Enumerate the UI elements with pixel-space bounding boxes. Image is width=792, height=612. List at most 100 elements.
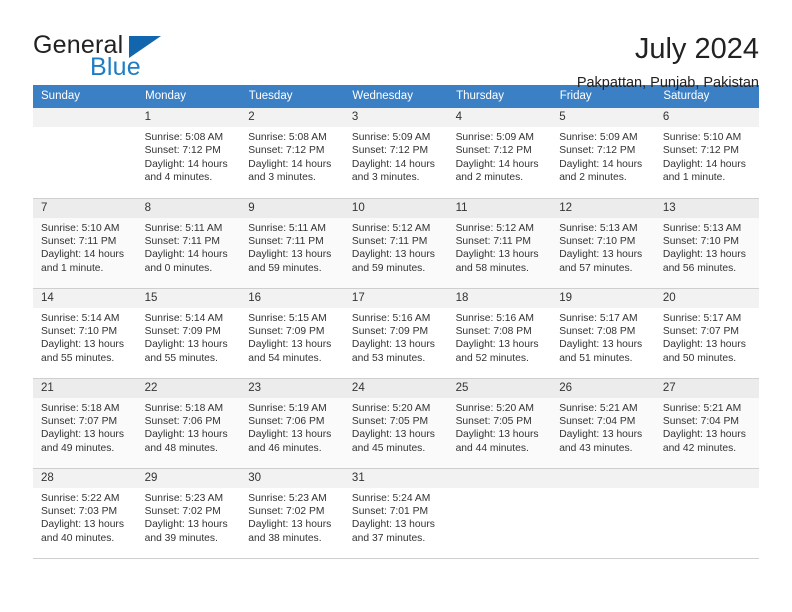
day-detail-line: Sunset: 7:08 PM [455,325,532,337]
calendar-cell-day-10[interactable]: 10 Sunrise: 5:12 AM Sunset: 7:11 PM Dayligh… [343,198,448,289]
calendar-cell-day-22[interactable]: 22 Sunrise: 5:18 AM Sunset: 7:06 PM Dayligh… [136,378,241,469]
day-detail-line: Sunrise: 5:18 AM [144,402,224,414]
day-detail-line: Daylight: 13 hours [248,429,332,441]
day-details: Sunrise: 5:10 AM Sunset: 7:11 PM Daylight:… [33,218,137,276]
day-number: 2 [240,108,344,127]
day-detail-line: Daylight: 13 hours [455,429,539,441]
calendar-cell-day-9[interactable]: 9 Sunrise: 5:11 AM Sunset: 7:11 PM Daylight… [240,198,344,289]
calendar-week-row: 28 Sunrise: 5:22 AM Sunset: 7:03 PM Dayligh… [33,468,759,559]
day-details: Sunrise: 5:13 AM Sunset: 7:10 PM Daylight:… [551,218,655,276]
day-detail-line: Daylight: 13 hours [662,339,746,351]
day-detail-line: Sunset: 7:11 PM [351,235,428,247]
day-number: 12 [551,198,655,218]
calendar-cell-day-3[interactable]: 3 Sunrise: 5:09 AM Sunset: 7:12 PM Daylight… [343,108,448,199]
day-detail-line: Sunset: 7:05 PM [455,415,532,427]
calendar-cell-day-14[interactable]: 14 Sunrise: 5:14 AM Sunset: 7:10 PM Dayligh… [33,288,137,379]
calendar-cell-day-4[interactable]: 4 Sunrise: 5:09 AM Sunset: 7:12 PM Daylight… [447,108,552,199]
calendar-cell-day-6[interactable]: 6 Sunrise: 5:10 AM Sunset: 7:12 PM Daylight… [654,108,759,199]
day-detail-line: Sunrise: 5:19 AM [248,402,327,414]
calendar-cell-day-17[interactable]: 17 Sunrise: 5:16 AM Sunset: 7:09 PM Dayligh… [343,288,448,379]
calendar-cell-day-13[interactable]: 13 Sunrise: 5:13 AM Sunset: 7:10 PM Dayligh… [654,198,759,289]
calendar-cell-day-11[interactable]: 11 Sunrise: 5:12 AM Sunset: 7:11 PM Dayligh… [447,198,552,289]
weekday-header-wednesday: Wednesday [343,85,449,108]
calendar-cell-day-21[interactable]: 21 Sunrise: 5:18 AM Sunset: 7:07 PM Dayligh… [33,378,137,469]
calendar-cell-day-27[interactable]: 27 Sunrise: 5:21 AM Sunset: 7:04 PM Dayligh… [654,378,759,469]
calendar-cell-day-1[interactable]: 1 Sunrise: 5:08 AM Sunset: 7:12 PM Daylight… [136,108,241,199]
day-detail-line: and 54 minutes. [248,352,322,364]
calendar-cell-day-18[interactable]: 18 Sunrise: 5:16 AM Sunset: 7:08 PM Dayligh… [447,288,552,379]
day-number: 31 [343,468,448,488]
day-detail-line: and 2 minutes. [455,172,524,184]
calendar-week-row: 14 Sunrise: 5:14 AM Sunset: 7:10 PM Dayligh… [33,288,759,379]
calendar-cell-day-5[interactable]: 5 Sunrise: 5:09 AM Sunset: 7:12 PM Daylight… [551,108,655,199]
day-detail-line: Daylight: 14 hours [455,158,539,170]
day-detail-line: Sunrise: 5:24 AM [351,492,431,504]
calendar-cell-day-12[interactable]: 12 Sunrise: 5:13 AM Sunset: 7:10 PM Dayligh… [551,198,655,289]
day-detail-line: Sunset: 7:02 PM [144,505,221,517]
day-detail-line: Sunrise: 5:11 AM [248,222,326,234]
day-detail-line: and 39 minutes. [144,532,218,544]
day-number: 18 [447,288,552,308]
calendar-cell-empty [654,468,759,559]
day-detail-line: Sunrise: 5:10 AM [41,222,120,234]
calendar-cell-empty [33,108,137,199]
calendar-cell-day-23[interactable]: 23 Sunrise: 5:19 AM Sunset: 7:06 PM Dayligh… [240,378,344,469]
calendar-cell-empty [551,468,655,559]
day-detail-line: and 3 minutes. [351,172,420,184]
calendar-cell-day-26[interactable]: 26 Sunrise: 5:21 AM Sunset: 7:04 PM Dayligh… [551,378,655,469]
day-detail-line: and 44 minutes. [455,442,529,454]
day-detail-line: Daylight: 13 hours [662,249,746,261]
calendar-cell-day-15[interactable]: 15 Sunrise: 5:14 AM Sunset: 7:09 PM Dayligh… [136,288,241,379]
day-details: Sunrise: 5:23 AM Sunset: 7:02 PM Daylight:… [137,488,241,546]
day-detail-line: and 4 minutes. [144,172,213,184]
calendar-week-row: 7 Sunrise: 5:10 AM Sunset: 7:11 PM Daylight… [33,198,759,289]
day-number [654,468,759,488]
day-details: Sunrise: 5:08 AM Sunset: 7:12 PM Daylight:… [240,127,344,185]
day-detail-line: Sunset: 7:04 PM [559,415,636,427]
day-details: Sunrise: 5:20 AM Sunset: 7:05 PM Daylight:… [344,398,448,456]
calendar-cell-day-2[interactable]: 2 Sunrise: 5:08 AM Sunset: 7:12 PM Daylight… [240,108,344,199]
brand-logo[interactable]: General Blue [33,30,213,86]
day-details: Sunrise: 5:15 AM Sunset: 7:09 PM Daylight:… [240,308,344,366]
calendar-week-row: 21 Sunrise: 5:18 AM Sunset: 7:07 PM Dayligh… [33,378,759,469]
day-detail-line: Sunset: 7:06 PM [144,415,221,427]
day-detail-line: Sunrise: 5:15 AM [248,312,327,324]
day-detail-line: Sunrise: 5:14 AM [41,312,120,324]
day-detail-line: and 0 minutes. [144,262,213,274]
calendar-cell-day-8[interactable]: 8 Sunrise: 5:11 AM Sunset: 7:11 PM Daylight… [136,198,241,289]
day-number: 17 [343,288,448,308]
calendar-cell-day-20[interactable]: 20 Sunrise: 5:17 AM Sunset: 7:07 PM Dayligh… [654,288,759,379]
day-detail-line: Daylight: 13 hours [351,339,435,351]
calendar-cell-day-29[interactable]: 29 Sunrise: 5:23 AM Sunset: 7:02 PM Dayligh… [136,468,241,559]
day-detail-line: Daylight: 13 hours [144,339,228,351]
calendar-cell-day-19[interactable]: 19 Sunrise: 5:17 AM Sunset: 7:08 PM Dayligh… [551,288,655,379]
day-detail-line: Sunrise: 5:13 AM [559,222,638,234]
day-detail-line: Sunset: 7:09 PM [351,325,429,337]
calendar-cell-day-7[interactable]: 7 Sunrise: 5:10 AM Sunset: 7:11 PM Daylight… [33,198,137,289]
calendar-cell-day-31[interactable]: 31 Sunrise: 5:24 AM Sunset: 7:01 PM Dayligh… [343,468,448,559]
calendar-cell-day-30[interactable]: 30 Sunrise: 5:23 AM Sunset: 7:02 PM Dayligh… [240,468,344,559]
day-detail-line: Sunrise: 5:21 AM [559,402,638,414]
calendar-cell-day-28[interactable]: 28 Sunrise: 5:22 AM Sunset: 7:03 PM Dayligh… [33,468,137,559]
day-detail-line: Sunset: 7:12 PM [351,145,429,157]
day-detail-line: Sunrise: 5:08 AM [248,132,327,143]
day-number: 7 [33,198,137,218]
brand-name-blue: Blue [90,53,141,81]
day-detail-line: and 37 minutes. [351,532,426,544]
day-detail-line: and 57 minutes. [559,262,633,274]
day-number: 24 [343,378,448,398]
day-number: 13 [654,198,759,218]
day-detail-line: Daylight: 14 hours [41,249,124,261]
day-details [33,127,137,131]
calendar-cell-day-25[interactable]: 25 Sunrise: 5:20 AM Sunset: 7:05 PM Dayligh… [447,378,552,469]
day-details: Sunrise: 5:22 AM Sunset: 7:03 PM Daylight:… [33,488,137,546]
day-detail-line: Sunrise: 5:11 AM [144,222,223,234]
day-details: Sunrise: 5:12 AM Sunset: 7:11 PM Daylight:… [344,218,448,276]
day-detail-line: and 53 minutes. [351,352,426,364]
calendar-cell-day-16[interactable]: 16 Sunrise: 5:15 AM Sunset: 7:09 PM Dayligh… [240,288,344,379]
calendar-cell-day-24[interactable]: 24 Sunrise: 5:20 AM Sunset: 7:05 PM Dayligh… [343,378,448,469]
day-details: Sunrise: 5:08 AM Sunset: 7:12 PM Daylight:… [137,127,241,185]
day-detail-line: Sunrise: 5:09 AM [455,132,534,143]
day-details: Sunrise: 5:23 AM Sunset: 7:02 PM Daylight:… [240,488,344,546]
day-detail-line: and 45 minutes. [351,442,426,454]
